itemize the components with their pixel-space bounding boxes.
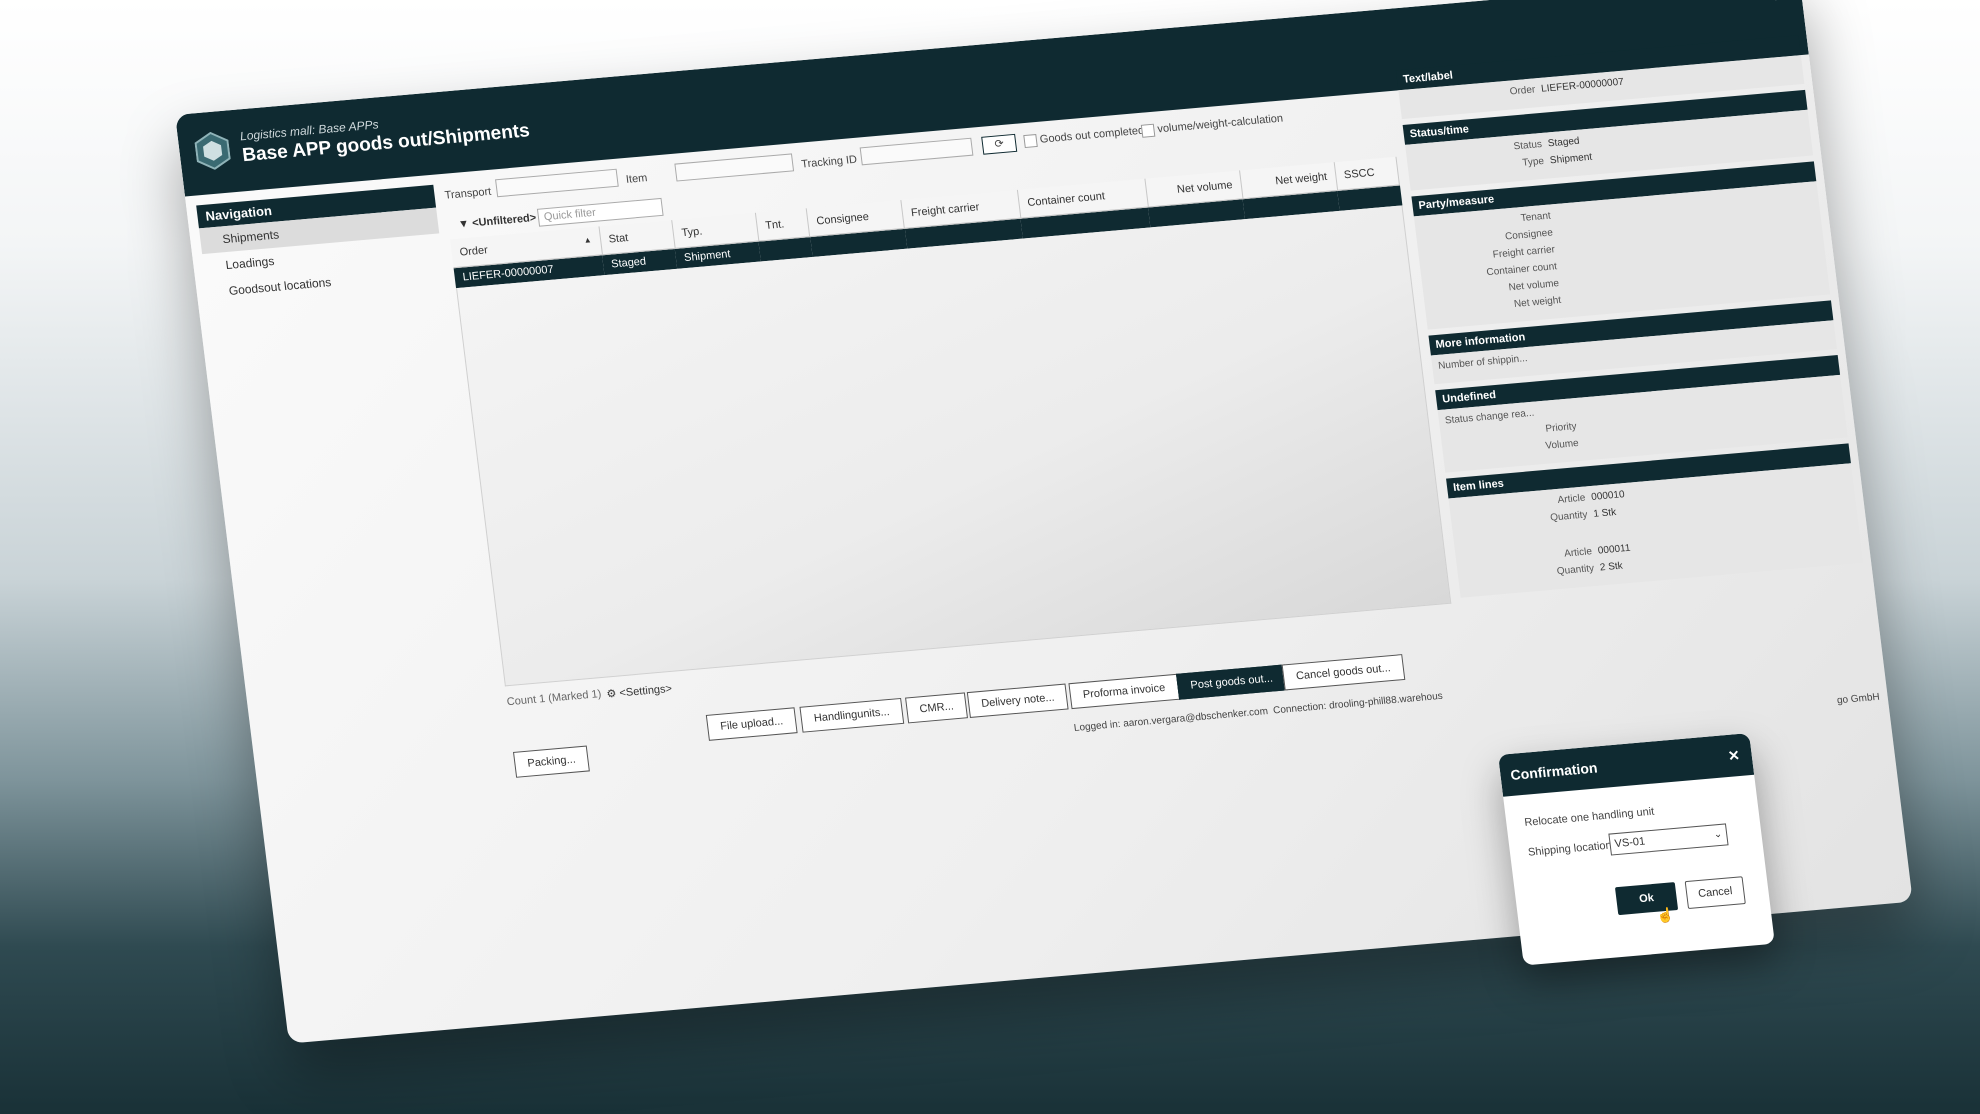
refresh-button[interactable]: ⟳ bbox=[981, 133, 1018, 155]
refresh-icon: ⟳ bbox=[993, 137, 1005, 151]
article-value: 000010 bbox=[1590, 489, 1626, 503]
sidebar: Navigation Shipments Loadings Goodsout l… bbox=[196, 184, 445, 306]
goods-out-completed-label: Goods out completed bbox=[1039, 124, 1145, 146]
column-header-tnt[interactable]: Tnt. bbox=[755, 208, 810, 242]
hand-cursor-icon: ☝ bbox=[1655, 906, 1676, 924]
confirmation-dialog: Confirmation ✕ Relocate one handling uni… bbox=[1498, 733, 1775, 966]
menu-icon[interactable]: ≡ bbox=[1773, 0, 1785, 7]
goods-out-completed-checkbox[interactable] bbox=[1023, 134, 1038, 149]
logged-in-text: Logged in: aaron.vergara@dbschenker.com bbox=[1073, 706, 1269, 734]
column-label: Order bbox=[459, 244, 489, 259]
chevron-down-icon: ⌄ bbox=[1713, 828, 1723, 841]
cancel-button[interactable]: Cancel bbox=[1684, 876, 1746, 910]
quantity-value: 1 Stk bbox=[1592, 506, 1617, 520]
sort-asc-icon: ▲ bbox=[583, 235, 593, 245]
transport-label: Transport bbox=[443, 185, 492, 202]
dialog-title: Confirmation bbox=[1509, 759, 1599, 783]
table-body-area bbox=[456, 205, 1452, 687]
transport-input[interactable] bbox=[495, 168, 619, 198]
order-label: Order bbox=[1509, 84, 1536, 98]
post-goods-out-button[interactable]: Post goods out... bbox=[1176, 664, 1288, 700]
shipping-location-value: VS-01 bbox=[1613, 835, 1646, 851]
unfiltered-tag[interactable]: ▼ <Unfiltered> bbox=[458, 212, 537, 231]
order-value: LIEFER-00000007 bbox=[1540, 76, 1625, 95]
article-value: 000011 bbox=[1597, 542, 1632, 557]
filter-icon: ▼ bbox=[457, 217, 473, 231]
volume-weight-label: volume/weight-calculation bbox=[1156, 112, 1284, 136]
packing-button[interactable]: Packing... bbox=[512, 745, 591, 778]
shipping-location-select[interactable]: VS-01 ⌄ bbox=[1608, 823, 1729, 856]
main-panel: Transport Item Tracking ID ⟳ Goods out c… bbox=[443, 97, 1464, 788]
dialog-message: Relocate one handling unit bbox=[1523, 805, 1655, 829]
cmr-button[interactable]: CMR... bbox=[905, 692, 969, 724]
cancel-goods-out-button[interactable]: Cancel goods out... bbox=[1281, 654, 1406, 691]
tracking-id-input[interactable] bbox=[859, 137, 974, 166]
volume-weight-checkbox[interactable] bbox=[1140, 123, 1156, 138]
item-input[interactable] bbox=[674, 153, 795, 182]
settings-label: <Settings> bbox=[618, 682, 673, 700]
item-label: Item bbox=[625, 172, 649, 186]
settings-link[interactable]: ⚙ <Settings> bbox=[606, 682, 673, 701]
shipping-location-label: Shipping location: bbox=[1527, 839, 1616, 859]
connection-text: Connection: drooling-phill88.warehous bbox=[1272, 690, 1444, 717]
stage: Logistics mall: Base APPs Base APP goods… bbox=[0, 0, 1980, 1114]
close-icon[interactable]: ✕ bbox=[1725, 734, 1742, 777]
app-logo-icon bbox=[194, 131, 231, 170]
quantity-value: 2 Stk bbox=[1599, 560, 1624, 574]
proforma-invoice-button[interactable]: Proforma invoice bbox=[1068, 673, 1180, 710]
unfiltered-label: <Unfiltered> bbox=[471, 211, 537, 230]
handlingunits-button[interactable]: Handlingunits... bbox=[799, 697, 905, 733]
file-upload-button[interactable]: File upload... bbox=[705, 707, 798, 741]
tracking-id-label: Tracking ID bbox=[800, 153, 858, 171]
type-value: Shipment bbox=[1549, 151, 1593, 167]
count-text: Count 1 (Marked 1) bbox=[506, 688, 603, 709]
detail-panel: Text/label Order LIEFER-00000007 Status/t… bbox=[1395, 35, 1881, 738]
company-text: go GmbH bbox=[1836, 691, 1881, 707]
delivery-note-button[interactable]: Delivery note... bbox=[966, 683, 1069, 719]
